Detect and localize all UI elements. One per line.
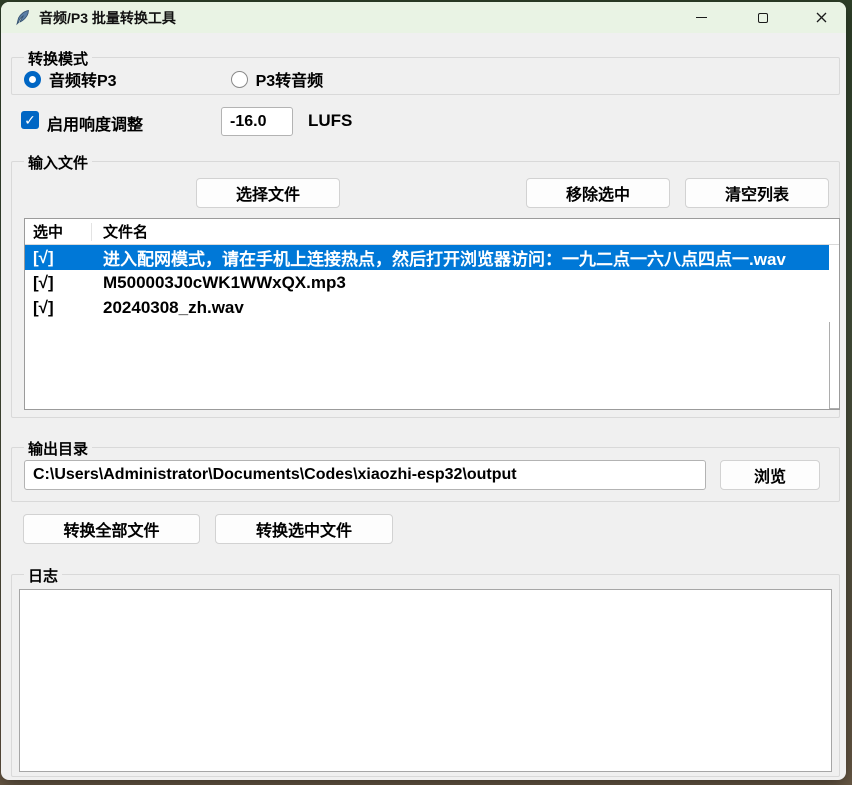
- browse-button[interactable]: 浏览: [720, 460, 820, 490]
- maximize-icon: [758, 13, 768, 23]
- app-window: 音频/P3 批量转换工具 转换模式 音频转P3 P3转音频: [1, 2, 846, 780]
- mode-groupbox: 转换模式 音频转P3 P3转音频: [11, 57, 840, 95]
- radio-audio-to-p3[interactable]: 音频转P3: [24, 67, 117, 91]
- loudness-checkbox[interactable]: ✓: [21, 111, 39, 129]
- radio-p3-to-audio[interactable]: P3转音频: [231, 67, 324, 91]
- header-name-column[interactable]: 文件名: [91, 221, 148, 242]
- header-column-separator: [91, 223, 92, 241]
- row-check-cell: [√]: [25, 248, 91, 268]
- input-files-groupbox-label: 输入文件: [24, 152, 92, 173]
- loudness-row: ✓ 启用响度调整 LUFS: [21, 107, 831, 139]
- table-row[interactable]: [√] 进入配网模式，请在手机上连接热点，然后打开浏览器访问：一九二点一六八点四…: [25, 245, 829, 270]
- header-check-column[interactable]: 选中: [25, 221, 91, 242]
- table-row[interactable]: [√] M500003J0cWK1WWxQX.mp3: [25, 270, 829, 295]
- row-filename-cell: M500003J0cWK1WWxQX.mp3: [91, 273, 346, 293]
- checkmark-icon: ✓: [24, 112, 36, 129]
- log-groupbox-label: 日志: [24, 565, 62, 586]
- radio-audio-to-p3-label: 音频转P3: [49, 67, 117, 91]
- titlebar[interactable]: 音频/P3 批量转换工具: [1, 2, 846, 33]
- log-textarea[interactable]: [19, 589, 832, 772]
- radio-selected-icon: [24, 71, 41, 88]
- output-dir-groupbox-label: 输出目录: [24, 438, 92, 459]
- minimize-icon: [696, 17, 707, 18]
- row-filename-cell: 20240308_zh.wav: [91, 298, 244, 318]
- clear-list-button[interactable]: 清空列表: [685, 178, 829, 208]
- close-button[interactable]: [798, 2, 844, 33]
- python-app-icon: [14, 9, 31, 26]
- radio-p3-to-audio-label: P3转音频: [256, 67, 324, 91]
- remove-selected-button[interactable]: 移除选中: [526, 178, 670, 208]
- input-files-groupbox: 输入文件 选择文件 移除选中 清空列表 选中 文件名 [√] 进入配网模式，请在…: [11, 161, 840, 418]
- window-title: 音频/P3 批量转换工具: [39, 8, 176, 28]
- table-row[interactable]: [√] 20240308_zh.wav: [25, 295, 829, 320]
- lufs-value-input[interactable]: [221, 107, 293, 136]
- loudness-checkbox-label: 启用响度调整: [47, 111, 143, 135]
- convert-all-button[interactable]: 转换全部文件: [23, 514, 200, 544]
- table-scrollbar[interactable]: [829, 322, 839, 409]
- mode-radio-row: 音频转P3 P3转音频: [24, 67, 323, 91]
- output-dir-input[interactable]: [24, 460, 706, 490]
- log-groupbox: 日志: [11, 574, 840, 777]
- select-files-button[interactable]: 选择文件: [196, 178, 340, 208]
- minimize-button[interactable]: [678, 2, 724, 33]
- lufs-unit-label: LUFS: [308, 111, 352, 131]
- output-dir-groupbox: 输出目录 浏览: [11, 447, 840, 502]
- row-filename-cell: 进入配网模式，请在手机上连接热点，然后打开浏览器访问：一九二点一六八点四点一.w…: [91, 245, 786, 270]
- radio-unselected-icon: [231, 71, 248, 88]
- maximize-button[interactable]: [740, 2, 786, 33]
- file-table-header[interactable]: 选中 文件名: [25, 219, 839, 245]
- file-table: 选中 文件名 [√] 进入配网模式，请在手机上连接热点，然后打开浏览器访问：一九…: [24, 218, 840, 410]
- mode-groupbox-label: 转换模式: [24, 48, 92, 69]
- row-check-cell: [√]: [25, 298, 91, 318]
- convert-selected-button[interactable]: 转换选中文件: [215, 514, 393, 544]
- close-icon: [816, 12, 827, 23]
- row-check-cell: [√]: [25, 273, 91, 293]
